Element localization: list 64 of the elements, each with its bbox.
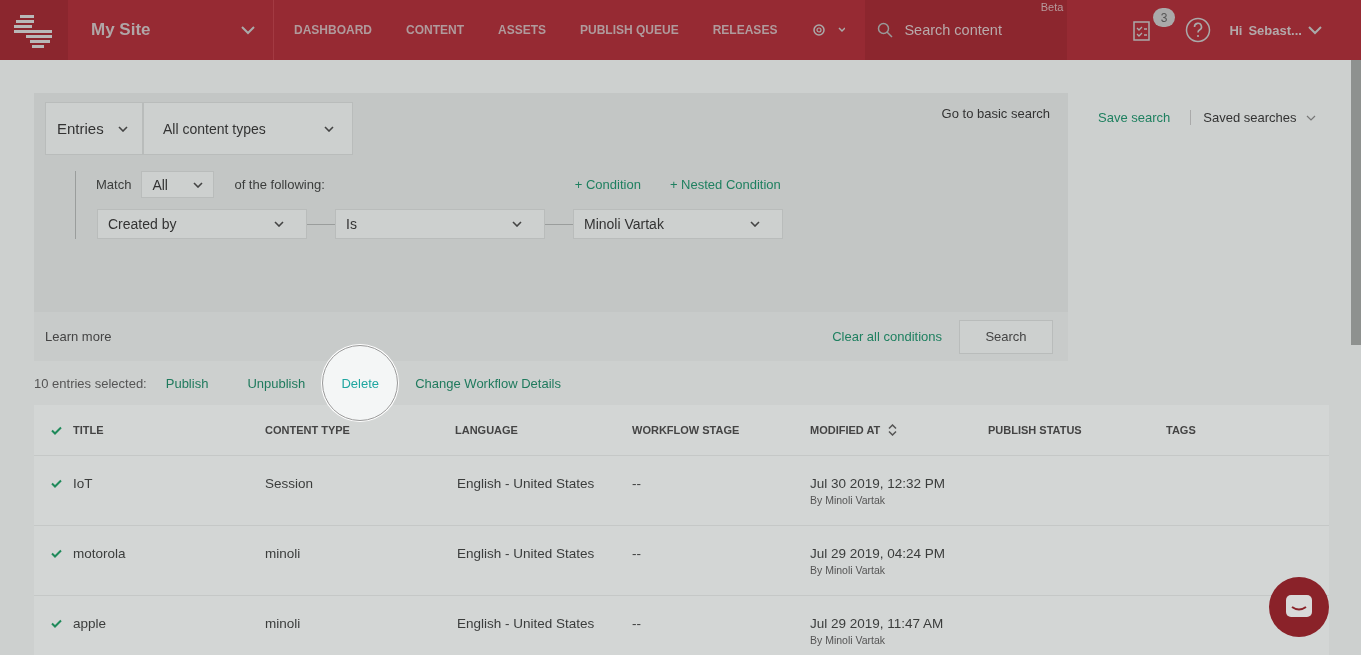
column-header[interactable]: TAGS (1166, 424, 1316, 436)
chevron-down-icon (241, 25, 255, 35)
selection-count: 10 entries selected: (34, 375, 147, 391)
column-header[interactable]: WORKFLOW STAGE (632, 424, 810, 436)
title-cell: IoT (73, 476, 93, 491)
content-type-cell: Session (265, 476, 314, 491)
language-cell: English - United States (457, 476, 595, 491)
chevron-down-icon (750, 221, 760, 227)
notification-badge: 3 (1153, 8, 1175, 27)
value-dropdown[interactable]: Minoli Vartak (573, 209, 783, 239)
table-row[interactable]: IoT Session English - United States -- Jul 30 2019, 12:32 PM By Minoli Vartak (34, 456, 1264, 525)
settings-icon[interactable] (811, 21, 846, 39)
sort-icon[interactable] (888, 424, 898, 436)
search-field[interactable]: Search content (902, 21, 1057, 39)
table-row[interactable]: apple minoli English - United States -- Jul 29 2019, 11:47 AM By Minoli Vartak (34, 596, 1264, 655)
following-label: of the following: (234, 177, 325, 192)
chevron-down-icon (512, 221, 522, 227)
entity-dropdown[interactable]: Entries (45, 102, 143, 155)
chevron-down-icon (1307, 25, 1322, 35)
column-header[interactable]: MODIFIED AT (810, 424, 988, 436)
basic-search-link[interactable]: Go to basic search (941, 106, 1050, 121)
operator-dropdown[interactable]: Is (335, 209, 545, 239)
logo-icon[interactable] (0, 0, 68, 60)
content-type-dropdown[interactable]: All content types (143, 102, 353, 155)
content-type-cell: minoli (265, 546, 301, 561)
chevron-down-icon (1305, 114, 1316, 121)
chevron-down-icon (274, 221, 284, 227)
chevron-down-icon (324, 125, 334, 132)
workflow-stage-cell: -- (632, 616, 641, 631)
beta-label: Beta (1040, 1, 1064, 13)
bulk-action-link[interactable]: Change Workflow Details (415, 371, 561, 395)
column-header[interactable]: LANGUAGE (455, 424, 632, 436)
match-dropdown[interactable]: All (141, 171, 215, 198)
modified-by-text: By Minoli Vartak (810, 564, 886, 576)
modified-date-cell: Jul 29 2019, 04:24 PM (810, 546, 946, 561)
search-icon (877, 22, 894, 38)
chevron-down-icon (193, 181, 204, 188)
table-row[interactable]: motorola minoli English - United States -- Jul 29 2019, 04:24 PM By Minoli Vartak (34, 526, 1264, 595)
match-label: Match (96, 177, 132, 192)
bulk-action-link[interactable]: Publish (165, 371, 209, 395)
modified-date-cell: Jul 30 2019, 12:32 PM (810, 476, 946, 491)
modified-by-text: By Minoli Vartak (810, 634, 886, 646)
language-cell: English - United States (457, 616, 595, 631)
modified-date-cell: Jul 29 2019, 11:47 AM (810, 616, 944, 631)
workflow-stage-cell: -- (632, 476, 641, 491)
content-type-cell: minoli (265, 616, 301, 631)
workflow-stage-cell: -- (632, 546, 641, 561)
column-header[interactable]: TITLE (34, 424, 265, 436)
title-cell: apple (73, 616, 107, 631)
scrollbar[interactable] (1351, 60, 1361, 345)
help-icon[interactable] (1185, 17, 1212, 43)
search-button[interactable]: Search (959, 319, 1053, 354)
tasks-icon[interactable] (1132, 18, 1153, 42)
user-menu[interactable]: Hi Sebast... (1229, 22, 1322, 38)
modified-by-text: By Minoli Vartak (810, 494, 886, 506)
saved-searches-dropdown[interactable]: Saved searches (1203, 110, 1316, 125)
title-cell: motorola (73, 546, 126, 561)
chevron-down-icon (118, 125, 128, 132)
column-header[interactable]: PUBLISH STATUS (988, 424, 1166, 436)
field-dropdown[interactable]: Created by (97, 209, 307, 239)
column-header[interactable]: CONTENT TYPE (265, 424, 455, 436)
language-cell: English - United States (457, 546, 595, 561)
learn-more-link[interactable]: Learn more (45, 329, 112, 344)
bulk-action-link[interactable]: Unpublish (247, 371, 306, 395)
